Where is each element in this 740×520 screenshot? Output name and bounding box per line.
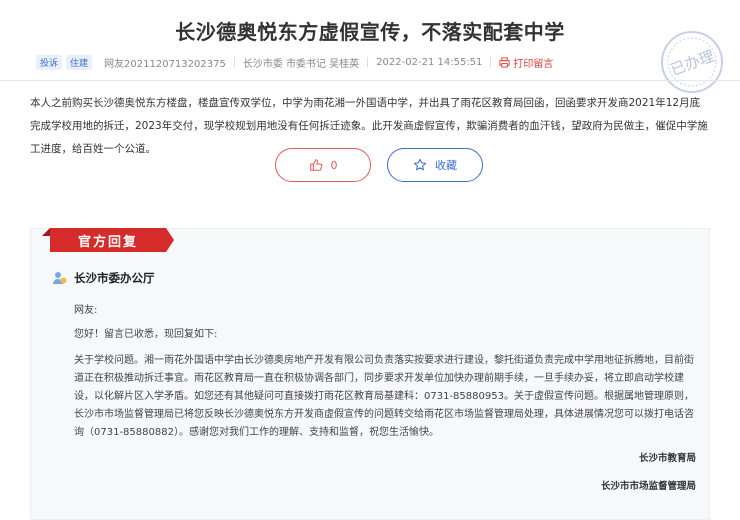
ribbon-fold: [42, 228, 50, 236]
official-reply-ribbon: 官方回复: [50, 228, 174, 252]
reply-org: 长沙市委办公厅: [52, 270, 155, 286]
star-icon: [413, 158, 427, 171]
message-target: 长沙市委 市委书记 吴桂英: [242, 58, 360, 70]
like-count: 0: [330, 158, 338, 172]
tag-complaint[interactable]: 投诉: [36, 54, 63, 70]
complaint-content: 本人之前购买长沙德奥悦东方楼盘，楼盘宣传双学位，中学为雨花湘一外国语中学，并出具…: [30, 97, 708, 155]
header-divider: [0, 80, 740, 81]
like-button[interactable]: 0: [275, 148, 371, 182]
tag-housing[interactable]: 住建: [66, 54, 93, 70]
stamp-text: 已办理: [668, 47, 716, 79]
reply-opening: 您好！留言已收悉，现回复如下:: [74, 329, 218, 340]
message-datetime: 2022-02-21 14:55:51: [376, 56, 483, 68]
reply-signature: 长沙市市场监督管理局: [600, 481, 696, 492]
author-name: 网友2021120713202375: [104, 58, 226, 70]
print-label: 打印留言: [513, 58, 554, 70]
printer-icon: [499, 56, 510, 68]
meta-divider: [233, 57, 235, 67]
user-icon: [53, 272, 67, 284]
favorite-button[interactable]: 收藏: [387, 148, 483, 182]
meta-divider: [490, 57, 492, 67]
reply-content: 关于学校问题。湘一雨花外国语中学由长沙德奥房地产开发有限公司负责落实按要求进行建…: [74, 355, 694, 438]
page-title: 长沙德奥悦东方虚假宣传，不落实配套中学: [175, 20, 565, 44]
meta-divider: [367, 57, 369, 67]
favorite-label: 收藏: [435, 159, 457, 172]
thumbs-up-icon: [309, 159, 322, 171]
reply-signature: 长沙市教育局: [638, 453, 696, 464]
reply-org-name: 长沙市委办公厅: [74, 271, 155, 285]
print-message-link[interactable]: 打印留言: [499, 55, 553, 70]
message-meta: 投诉 住建 网友2021120713202375 长沙市委 市委书记 吴桂英 2…: [36, 54, 553, 70]
reply-greeting: 网友:: [74, 305, 98, 316]
processed-stamp: 已办理: [661, 31, 723, 93]
